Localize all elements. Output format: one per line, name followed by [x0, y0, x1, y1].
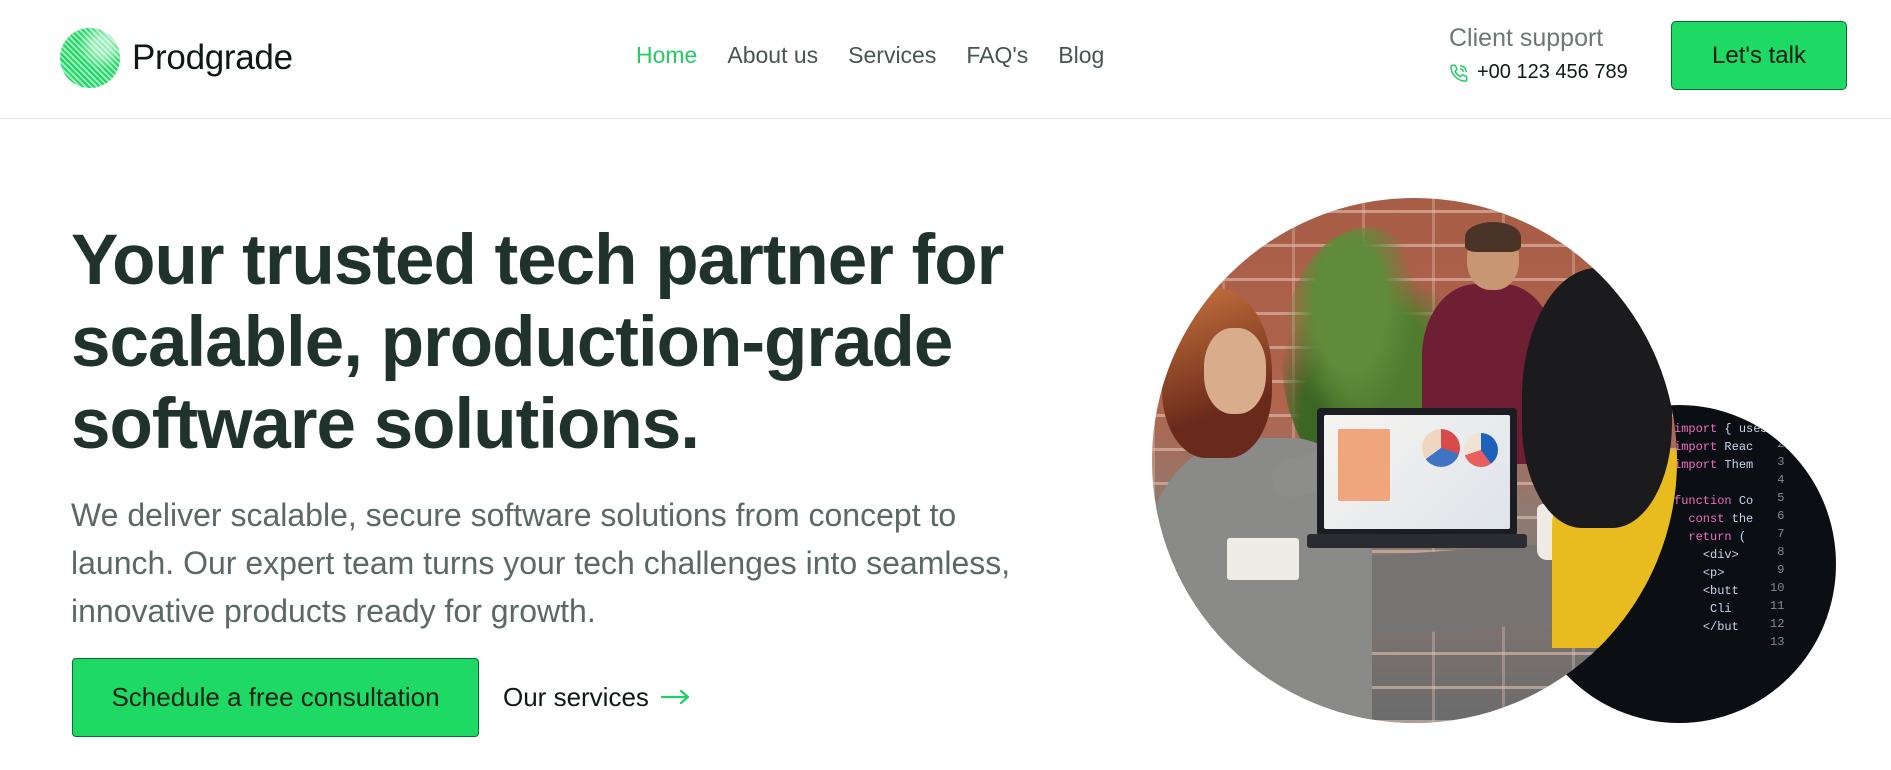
hero-subtitle-line: launch. Our expert team turns your tech …	[71, 545, 1011, 581]
support-phone: +00 123 456 789	[1477, 61, 1628, 83]
client-support: Client support +00 123 456 789	[1449, 24, 1628, 84]
nav-item-about-us[interactable]: About us	[727, 42, 818, 69]
nav-item-services[interactable]: Services	[848, 42, 936, 69]
phone-icon	[1450, 63, 1468, 82]
laptop-screen-graphic	[1317, 408, 1517, 536]
hero-title-line: software solutions.	[71, 385, 700, 464]
hero-title-line: scalable, production-grade	[71, 303, 953, 382]
hero-subtitle-line: innovative products ready for growth.	[71, 593, 596, 629]
support-phone-link[interactable]: +00 123 456 789	[1449, 61, 1628, 84]
nav-item-faqs[interactable]: FAQ's	[966, 42, 1028, 69]
hero-subtitle-line: We deliver scalable, secure software sol…	[71, 497, 957, 533]
site-header: Prodgrade Home About us Services FAQ's B…	[0, 0, 1891, 119]
landing-page: Prodgrade Home About us Services FAQ's B…	[0, 0, 1891, 770]
logo-text: Prodgrade	[132, 38, 293, 77]
code-snippet-graphic: import { useS import Reac import Them fu…	[1674, 422, 1768, 634]
arrow-right-icon	[660, 689, 690, 705]
woman-listening-graphic	[1512, 268, 1677, 723]
hero-title: Your trusted tech partner for scalable, …	[71, 220, 1031, 466]
our-services-link[interactable]: Our services	[503, 676, 691, 718]
logo-mark-icon	[60, 28, 120, 88]
laptop-base-graphic	[1307, 534, 1527, 548]
our-services-label: Our services	[503, 681, 649, 712]
logo[interactable]: Prodgrade	[60, 28, 293, 88]
support-label: Client support	[1449, 24, 1604, 52]
lets-talk-button[interactable]: Let's talk	[1671, 21, 1847, 90]
line-numbers-graphic: 2 3 4 5 6 7 8 9 10 11 12 13	[1770, 437, 1785, 649]
nav-item-blog[interactable]: Blog	[1058, 42, 1104, 69]
schedule-consultation-button[interactable]: Schedule a free consultation	[72, 658, 479, 737]
paper-box-graphic	[1227, 538, 1299, 580]
team-collaboration-photo	[1152, 198, 1677, 723]
nav-item-home[interactable]: Home	[636, 42, 697, 69]
hero-title-line: Your trusted tech partner for	[71, 221, 1004, 300]
hero-subtitle: We deliver scalable, secure software sol…	[71, 491, 1081, 635]
main-nav: Home About us Services FAQ's Blog	[636, 42, 1104, 69]
